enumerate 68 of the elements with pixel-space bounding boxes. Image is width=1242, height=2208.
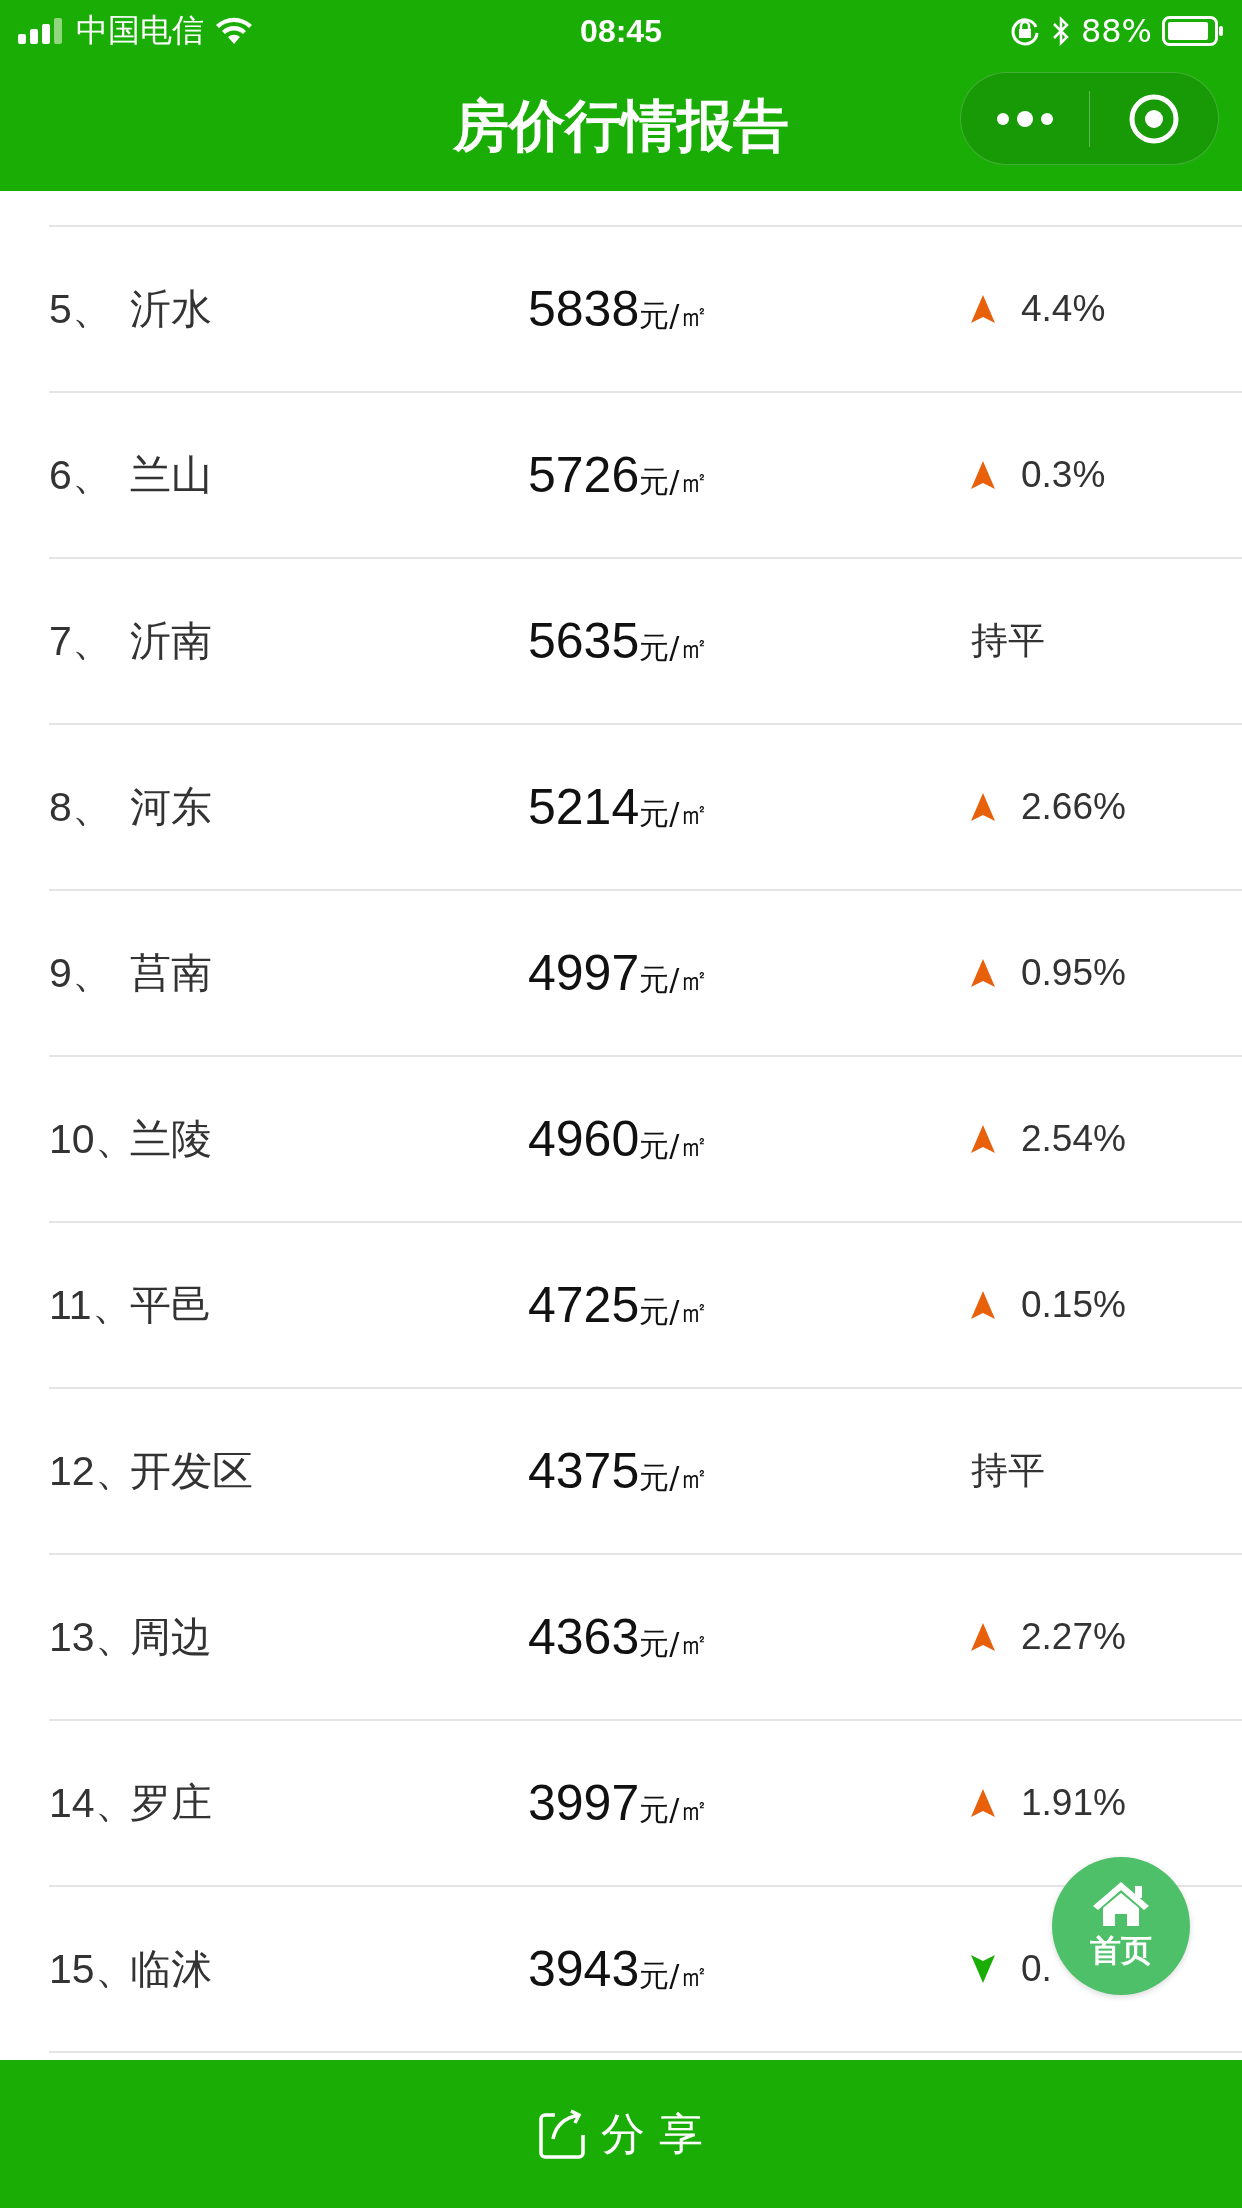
change-percent: 1.91%	[1021, 1782, 1126, 1824]
rank-number: 6、	[49, 450, 114, 500]
rank-number: 8、	[49, 782, 114, 832]
price-unit: 元/㎡	[639, 1127, 710, 1165]
district-name: 平邑	[130, 1279, 212, 1331]
district-name: 周边	[130, 1611, 212, 1663]
district-name: 开发区	[130, 1445, 253, 1497]
price-value: 4960	[528, 1110, 640, 1168]
district-name: 河东	[130, 781, 212, 833]
rank-number: 13、	[49, 1612, 130, 1662]
close-icon[interactable]	[1128, 92, 1180, 145]
rank-number: 9、	[49, 948, 114, 998]
price-unit: 元/㎡	[639, 463, 710, 501]
change-status: 持平	[971, 618, 1045, 664]
rank-number: 14、	[49, 1778, 130, 1828]
share-icon	[539, 2109, 587, 2159]
change-percent: 0.95%	[1021, 952, 1126, 994]
district-name: 兰山	[130, 449, 212, 501]
bluetooth-icon	[1050, 15, 1071, 47]
district-name: 沂水	[130, 283, 212, 335]
rank-number: 12、	[49, 1446, 130, 1496]
price-unit: 元/㎡	[639, 629, 710, 667]
price-value: 4725	[528, 1276, 640, 1334]
price-value: 4375	[528, 1442, 640, 1500]
battery-icon	[1162, 16, 1224, 46]
price-value: 4997	[528, 944, 640, 1002]
battery-percent: 88%	[1080, 12, 1152, 50]
change-status: 持平	[971, 1448, 1045, 1494]
change-percent: 2.27%	[1021, 1616, 1126, 1658]
change-percent: 4.4%	[1021, 288, 1106, 330]
price-unit: 元/㎡	[639, 1459, 710, 1497]
price-unit: 元/㎡	[639, 1625, 710, 1663]
price-unit: 元/㎡	[639, 795, 710, 833]
rank-number: 7、	[49, 616, 114, 666]
price-unit: 元/㎡	[639, 1791, 710, 1829]
price-unit: 元/㎡	[639, 1957, 710, 1995]
rank-number: 15、	[49, 1944, 130, 1994]
price-value: 3997	[528, 1774, 640, 1832]
home-icon	[1091, 1880, 1151, 1928]
more-icon[interactable]	[996, 109, 1054, 128]
district-name: 兰陵	[130, 1113, 212, 1165]
price-value: 5726	[528, 446, 640, 504]
wifi-icon	[214, 16, 254, 46]
district-name: 沂南	[130, 615, 212, 667]
share-button[interactable]: 分 享	[0, 2060, 1242, 2208]
change-percent: 2.54%	[1021, 1118, 1126, 1160]
home-button[interactable]: 首页	[1052, 1857, 1190, 1995]
change-percent: 0.3%	[1021, 454, 1106, 496]
price-unit: 元/㎡	[639, 1293, 710, 1331]
change-percent: 0.15%	[1021, 1284, 1126, 1326]
change-percent: 0.	[1021, 1948, 1052, 1990]
rank-number: 5、	[49, 284, 114, 334]
price-value: 3943	[528, 1940, 640, 1998]
price-value: 4363	[528, 1608, 640, 1666]
change-percent: 2.66%	[1021, 786, 1126, 828]
price-value: 5214	[528, 778, 640, 836]
price-value: 5838	[528, 280, 640, 338]
rank-number: 10、	[49, 1114, 130, 1164]
carrier-name: 中国电信	[76, 10, 204, 51]
clock-time: 08:45	[580, 12, 662, 50]
price-unit: 元/㎡	[639, 297, 710, 335]
district-name: 莒南	[130, 947, 212, 999]
page-title: 房价行情报告	[453, 91, 789, 160]
rank-number: 11、	[49, 1280, 130, 1330]
district-name: 临沭	[130, 1943, 212, 1995]
price-value: 5635	[528, 612, 640, 670]
price-unit: 元/㎡	[639, 961, 710, 999]
district-name: 罗庄	[130, 1777, 212, 1829]
